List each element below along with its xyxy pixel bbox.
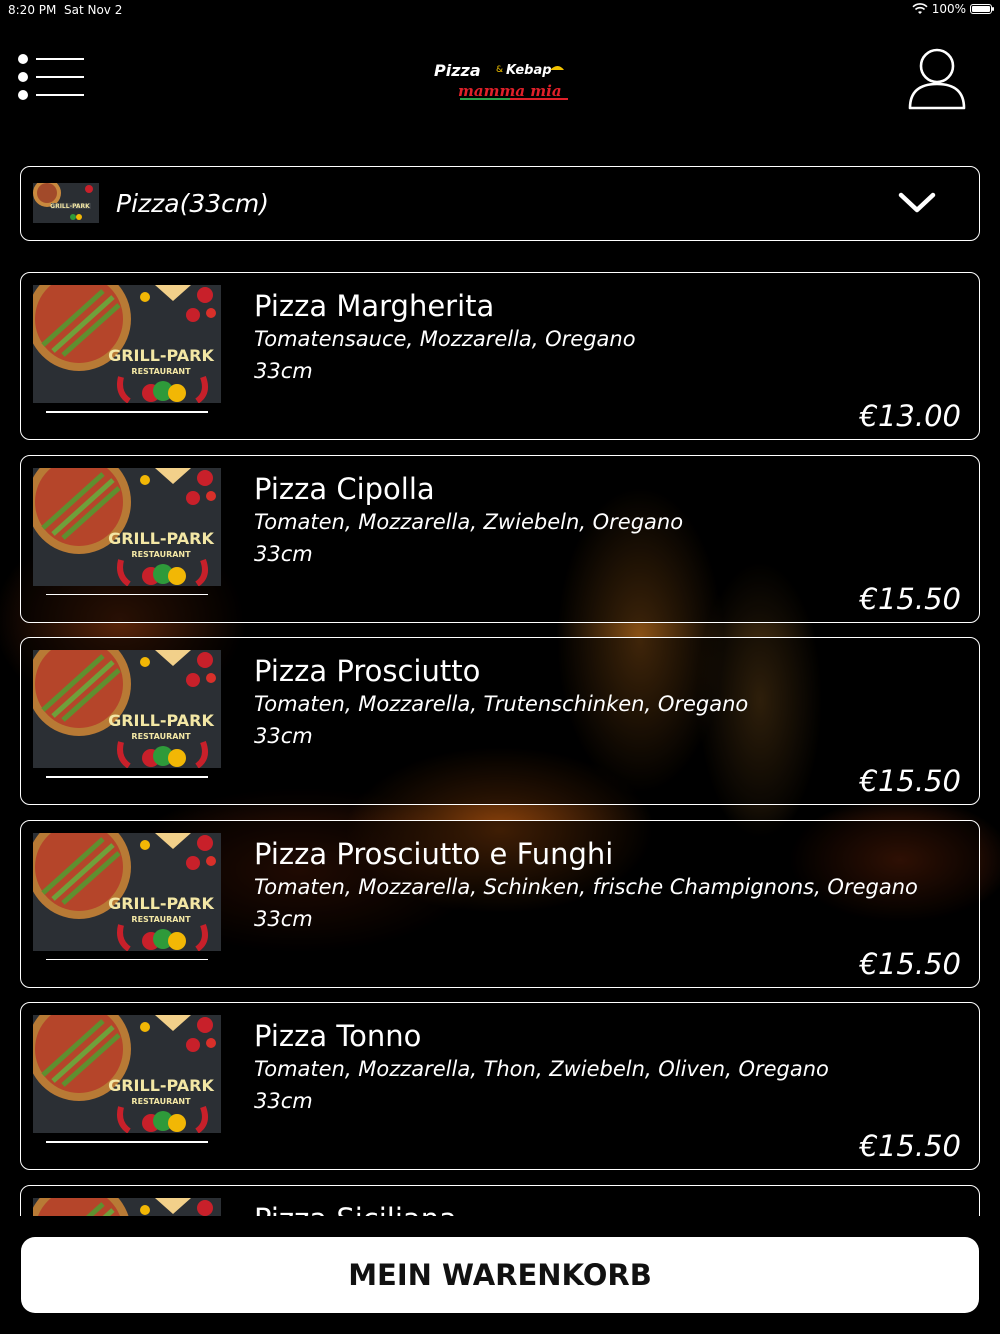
thumb-title: GRILL-PARK (108, 346, 214, 365)
product-description: Tomaten, Mozzarella, Zwiebeln, Oregano (254, 509, 684, 534)
thumb-title: GRILL-PARK (108, 711, 214, 730)
user-profile-icon (908, 48, 966, 110)
product-card[interactable]: GRILL-PARK RESTAURANT Pizza Siciliana (20, 1184, 980, 1217)
battery-icon (970, 4, 994, 14)
product-description: Tomaten, Mozzarella, Thon, Zwiebeln, Oli… (254, 1057, 829, 1081)
product-price: €15.50 (859, 1129, 961, 1163)
wifi-icon (912, 3, 928, 14)
product-size: 33cm (254, 906, 313, 931)
product-name: Pizza Cipolla (254, 471, 435, 506)
status-bar: 8:20 PM Sat Nov 2 100% (0, 0, 1000, 20)
product-size: 33cm (254, 359, 313, 383)
thumb-underline (46, 411, 208, 413)
product-card[interactable]: GRILL-PARK RESTAURANT Pizza Prosciutto T… (20, 637, 980, 805)
logo-pizza-text: Pizza (434, 61, 481, 80)
product-size: 33cm (254, 541, 313, 566)
battery-percent: 100% (931, 2, 966, 16)
product-list[interactable]: GRILL-PARK RESTAURANT Pizza Margherita T… (0, 258, 1000, 1216)
menu-button[interactable] (18, 52, 88, 104)
product-thumbnail: GRILL-PARK RESTAURANT (33, 1015, 221, 1133)
status-time: 8:20 PM (8, 3, 57, 17)
product-thumbnail: GRILL-PARK RESTAURANT (33, 467, 221, 586)
thumb-title: GRILL-PARK (108, 1076, 214, 1095)
product-name: Pizza Siciliana (254, 1202, 457, 1217)
status-right: 100% (912, 2, 994, 16)
thumb-underline (46, 1141, 208, 1143)
product-name: Pizza Prosciutto (254, 654, 481, 688)
product-name: Pizza Margherita (254, 289, 495, 323)
logo-mamma-text: mamma mia (458, 82, 562, 100)
product-description: Tomaten, Mozzarella, Trutenschinken, Ore… (254, 692, 749, 716)
product-card[interactable]: GRILL-PARK RESTAURANT Pizza Tonno Tomate… (20, 1002, 980, 1170)
product-card[interactable]: GRILL-PARK RESTAURANT Pizza Cipolla Toma… (20, 454, 980, 623)
product-thumbnail: GRILL-PARK RESTAURANT (33, 1197, 221, 1216)
thumb-subtitle: RESTAURANT (131, 915, 191, 924)
chevron-down-icon (898, 192, 936, 213)
product-thumbnail: GRILL-PARK RESTAURANT (33, 650, 221, 768)
thumb-subtitle: RESTAURANT (131, 1097, 191, 1106)
thumb-underline (46, 593, 208, 595)
thumb-subtitle: RESTAURANT (131, 367, 191, 376)
product-thumbnail: GRILL-PARK RESTAURANT (33, 832, 221, 951)
product-description: Tomaten, Mozzarella, Schinken, frische C… (254, 874, 918, 899)
status-date: Sat Nov 2 (64, 3, 123, 17)
thumb-underline (46, 958, 208, 960)
product-description: Tomatensauce, Mozzarella, Oregano (254, 327, 636, 351)
product-name: Pizza Prosciutto e Funghi (254, 836, 614, 871)
product-price: €15.50 (859, 946, 961, 981)
product-name: Pizza Tonno (254, 1019, 422, 1053)
product-price: €15.50 (859, 581, 961, 616)
thumb-title: GRILL-PARK (108, 529, 214, 548)
thumb-title: GRILL-PARK (108, 894, 214, 913)
thumb-subtitle: RESTAURANT (131, 732, 191, 741)
product-size: 33cm (254, 1089, 313, 1113)
menu-screen: 8:20 PM Sat Nov 2 100% Pizza & Kebap mam… (0, 0, 1000, 1334)
cart-button[interactable]: MEIN WARENKORB (21, 1237, 979, 1313)
thumb-subtitle: RESTAURANT (131, 550, 191, 559)
category-thumbnail: GRILL-PARK (33, 183, 99, 223)
thumb-underline (46, 776, 208, 778)
logo-amp-text: & (496, 65, 503, 75)
category-selected-label: Pizza(33cm) (116, 189, 270, 218)
product-thumbnail: GRILL-PARK RESTAURANT (33, 285, 221, 403)
product-card[interactable]: GRILL-PARK RESTAURANT Pizza Margherita T… (20, 272, 980, 440)
logo-kebap-text: Kebap (506, 63, 552, 78)
product-card[interactable]: GRILL-PARK RESTAURANT Pizza Prosciutto e… (20, 819, 980, 988)
profile-button[interactable] (906, 46, 968, 112)
logo: Pizza & Kebap mamma mia (434, 61, 568, 100)
product-price: €13.00 (859, 399, 961, 433)
category-dropdown[interactable]: GRILL-PARK Pizza(33cm) (20, 166, 980, 241)
product-price: €15.50 (859, 764, 961, 798)
svg-text:GRILL-PARK: GRILL-PARK (50, 203, 90, 210)
product-size: 33cm (254, 724, 313, 748)
